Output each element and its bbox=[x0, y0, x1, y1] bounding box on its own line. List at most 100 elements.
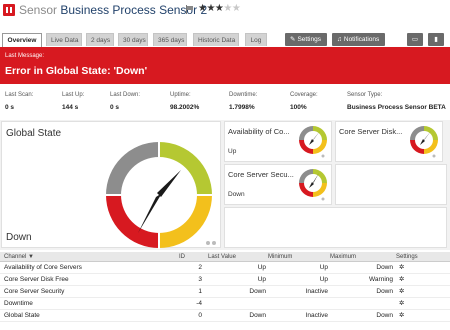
channel-name[interactable]: Availability of Core Servers bbox=[4, 262, 82, 274]
channel-last-value: Down bbox=[249, 288, 266, 295]
stat-value: 98.2002% bbox=[170, 104, 200, 111]
availability-mini-gauge bbox=[299, 126, 327, 158]
gauge-title: Core Server Disk... bbox=[339, 127, 403, 136]
priority-stars-filled: ★★★ bbox=[198, 3, 224, 14]
channel-minimum: Up bbox=[319, 264, 328, 271]
channel-id: 2 bbox=[198, 264, 202, 271]
gauge-status: Down bbox=[6, 232, 32, 243]
channel-name[interactable]: Core Server Disk Free bbox=[4, 274, 69, 286]
channel-maximum: Down bbox=[376, 264, 393, 271]
channel-maximum: Down bbox=[376, 288, 393, 295]
stat-key: Uptime: bbox=[170, 92, 191, 98]
gear-icon[interactable]: ✲ bbox=[399, 310, 404, 322]
col-maximum[interactable]: Maximum bbox=[330, 252, 356, 262]
gear-icon[interactable]: ✲ bbox=[399, 286, 404, 298]
wrench-icon: ✎ bbox=[290, 36, 296, 43]
channel-minimum: Inactive bbox=[305, 288, 328, 295]
tab-live-data[interactable]: Live Data bbox=[46, 33, 82, 46]
table-row[interactable]: Core Server Disk Free 3 Up Up Warning ✲ bbox=[0, 274, 450, 286]
availability-gauge-panel[interactable]: Availability of Co... Up bbox=[224, 121, 332, 162]
channel-id: 0 bbox=[198, 312, 202, 319]
stat-value: 0 s bbox=[110, 104, 120, 111]
tab-bar: Overview Live Data 2 days 30 days 365 da… bbox=[0, 33, 450, 47]
gauge-segment-red bbox=[106, 195, 159, 248]
tab-log[interactable]: Log bbox=[245, 33, 267, 46]
stat-key: Last Down: bbox=[110, 92, 141, 98]
empty-panel bbox=[335, 164, 447, 205]
channel-id: 1 bbox=[198, 288, 202, 295]
tab-overview[interactable]: Overview bbox=[2, 33, 42, 47]
title-prefix: Sensor bbox=[19, 3, 58, 17]
stat-value: 0 s bbox=[5, 104, 15, 111]
channel-last-value: Up bbox=[257, 276, 266, 283]
page-menu-button[interactable]: ▮ bbox=[428, 33, 444, 46]
flag-icon[interactable] bbox=[186, 5, 194, 14]
gear-icon[interactable]: ✲ bbox=[399, 274, 404, 286]
channel-maximum: Warning bbox=[369, 276, 393, 283]
table-row[interactable]: Availability of Core Servers 2 Up Up Dow… bbox=[0, 262, 450, 274]
stat-key: Coverage: bbox=[290, 92, 318, 98]
stat-last-down: Last Down: 0 s bbox=[110, 92, 140, 111]
tab-2-days[interactable]: 2 days bbox=[86, 33, 114, 46]
disk-free-gauge-panel[interactable]: Core Server Disk... bbox=[335, 121, 443, 162]
sensor-status-icon bbox=[3, 4, 15, 16]
priority-stars[interactable]: ★★★★★ bbox=[198, 3, 241, 14]
stat-last-up: Last Up: 144 s bbox=[62, 92, 84, 111]
gauge-needle bbox=[138, 193, 162, 233]
security-gauge-panel[interactable]: Core Server Secu... Down bbox=[224, 164, 332, 205]
channel-name[interactable]: Downtime bbox=[4, 298, 33, 310]
tab-365-days[interactable]: 365 days bbox=[153, 33, 187, 46]
global-state-gauge-panel[interactable]: Global State Down bbox=[1, 121, 221, 249]
col-channel[interactable]: Channel ▼ bbox=[4, 252, 34, 262]
ticket-icon: ▭ bbox=[411, 36, 419, 43]
gear-icon[interactable]: ✲ bbox=[399, 262, 404, 274]
last-message-text: Error in Global State: 'Down' bbox=[5, 65, 148, 77]
stat-key: Last Scan: bbox=[5, 92, 34, 98]
channel-last-value: Down bbox=[249, 312, 266, 319]
channel-id: -4 bbox=[196, 300, 202, 307]
stat-last-scan: Last Scan: 0 s bbox=[5, 92, 33, 111]
tab-historic-data[interactable]: Historic Data bbox=[193, 33, 239, 46]
gauge-status: Down bbox=[228, 191, 245, 198]
col-settings: Settings bbox=[396, 254, 418, 260]
tab-30-days[interactable]: 30 days bbox=[118, 33, 148, 46]
col-minimum[interactable]: Minimum bbox=[268, 252, 292, 262]
security-mini-gauge bbox=[299, 169, 327, 201]
ticket-button[interactable]: ▭ bbox=[407, 33, 423, 46]
gear-icon[interactable]: ✲ bbox=[399, 298, 404, 310]
table-header: Channel ▼ ID Last Value Minimum Maximum … bbox=[0, 252, 450, 262]
sensor-stats: Last Scan: 0 s Last Up: 144 s Last Down: 0 … bbox=[0, 88, 450, 118]
col-id[interactable]: ID bbox=[179, 252, 185, 262]
gauge-title: Availability of Co... bbox=[228, 127, 290, 136]
page-icon: ▮ bbox=[434, 36, 438, 43]
gauge-status: Up bbox=[228, 148, 237, 155]
settings-button[interactable]: ✎ Settings bbox=[285, 33, 327, 46]
stat-sensor-type: Sensor Type: Business Process Sensor BETA bbox=[347, 92, 446, 111]
gauge-title: Core Server Secu... bbox=[228, 170, 294, 179]
page-title: Sensor Business Process Sensor 2 bbox=[19, 3, 207, 17]
stat-key: Last Up: bbox=[62, 92, 85, 98]
stat-downtime: Downtime: 1.7998% bbox=[229, 92, 257, 111]
stat-key: Sensor Type: bbox=[347, 92, 383, 98]
global-state-gauge bbox=[105, 141, 216, 249]
settings-button-label: Settings bbox=[297, 36, 321, 43]
col-last-value[interactable]: Last Value bbox=[208, 252, 236, 262]
stat-value: Business Process Sensor BETA bbox=[347, 104, 446, 111]
channel-last-value: Up bbox=[257, 264, 266, 271]
channel-minimum: Up bbox=[319, 276, 328, 283]
gauge-needle-tip bbox=[157, 170, 181, 197]
channel-maximum: Down bbox=[376, 312, 393, 319]
gauge-segment-gray bbox=[106, 142, 159, 195]
channel-name[interactable]: Global State bbox=[4, 310, 40, 322]
stat-value: 1.7998% bbox=[229, 104, 255, 111]
empty-panel bbox=[224, 207, 447, 248]
priority-stars-empty: ★★ bbox=[223, 3, 241, 14]
channel-name[interactable]: Core Server Security bbox=[4, 286, 64, 298]
table-row[interactable]: Global State 0 Down Inactive Down ✲ bbox=[0, 310, 450, 322]
bell-icon: ♫ bbox=[337, 36, 342, 43]
notifications-button[interactable]: ♫ Notifications bbox=[332, 33, 385, 46]
gauge-panel-area: Global State Down Availability of Co... … bbox=[0, 120, 450, 250]
channel-id: 3 bbox=[198, 276, 202, 283]
table-row[interactable]: Downtime -4 ✲ bbox=[0, 298, 450, 310]
table-row[interactable]: Core Server Security 1 Down Inactive Dow… bbox=[0, 286, 450, 298]
